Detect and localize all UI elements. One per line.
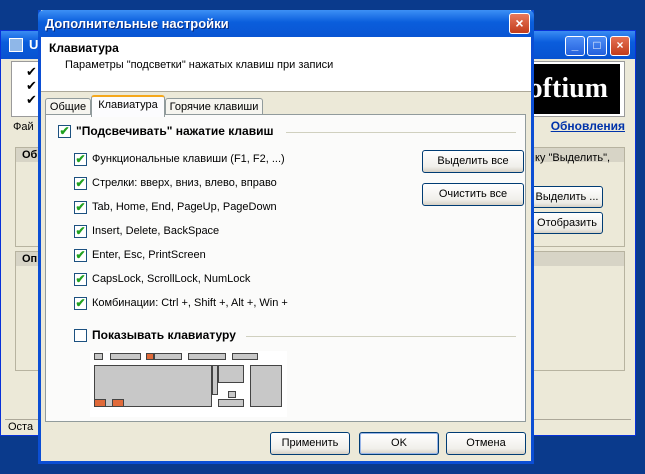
display-button[interactable]: Отобразить <box>531 212 603 234</box>
dialog-close-button[interactable]: × <box>509 13 530 34</box>
highlight-checkbox[interactable]: ✔ <box>58 125 71 138</box>
apply-button[interactable]: Применить <box>270 432 350 455</box>
option-label: CapsLock, ScrollLock, NumLock <box>92 273 251 285</box>
option-checkbox-editing[interactable]: ✔ <box>74 225 87 238</box>
show-keyboard-checkbox[interactable] <box>74 329 87 342</box>
header-title: Клавиатура <box>49 41 119 55</box>
option-label: Комбинации: Ctrl +, Shift +, Alt +, Win … <box>92 297 288 309</box>
option-label: Функциональные клавиши (F1, F2, ...) <box>92 153 285 165</box>
highlight-group-label: "Подсвечивать" нажатие клавиш <box>76 124 274 138</box>
option-checkbox-combinations[interactable]: ✔ <box>74 297 87 310</box>
select-button[interactable]: Выделить ... <box>531 186 603 208</box>
option-label: Enter, Esc, PrintScreen <box>92 249 206 261</box>
check-icon: ✔ <box>26 92 37 107</box>
cancel-button[interactable]: Отмена <box>446 432 526 455</box>
menu-file[interactable]: Фай <box>13 121 34 133</box>
maximize-button[interactable]: □ <box>587 36 607 56</box>
hint-text: ку "Выделить", <box>535 152 611 164</box>
main-window-title: U <box>29 37 39 52</box>
tab-keyboard[interactable]: Клавиатура <box>91 95 165 117</box>
main-close-button[interactable]: × <box>610 36 630 56</box>
option-label: Стрелки: вверх, вниз, влево, вправо <box>92 177 277 189</box>
ok-button[interactable]: OK <box>359 432 439 455</box>
group-separator <box>246 336 516 337</box>
option-checkbox-locks[interactable]: ✔ <box>74 273 87 286</box>
minimize-button[interactable]: _ <box>565 36 585 56</box>
app-icon <box>9 38 23 52</box>
settings-dialog: Дополнительные настройки × Клавиатура Па… <box>38 10 534 464</box>
dialog-titlebar: Дополнительные настройки × <box>38 10 534 37</box>
show-keyboard-label: Показывать клавиатуру <box>92 328 236 342</box>
option-label: Insert, Delete, BackSpace <box>92 225 220 237</box>
option-checkbox-function-keys[interactable]: ✔ <box>74 153 87 166</box>
keyboard-preview <box>90 351 287 417</box>
option-checkbox-enter-esc[interactable]: ✔ <box>74 249 87 262</box>
option-checkbox-arrows[interactable]: ✔ <box>74 177 87 190</box>
updates-link[interactable]: Обновления <box>551 119 625 133</box>
header-subtitle: Параметры "подсветки" нажатых клавиш при… <box>65 59 334 71</box>
clear-all-button[interactable]: Очистить все <box>422 183 524 206</box>
group-2-title: Оп <box>22 253 38 265</box>
group-separator <box>286 132 516 133</box>
group-1-title: Об <box>22 149 38 161</box>
option-label: Tab, Home, End, PageUp, PageDown <box>92 201 277 213</box>
dialog-title: Дополнительные настройки <box>45 16 229 31</box>
select-all-button[interactable]: Выделить все <box>422 150 524 173</box>
keyboard-tab-panel: ✔ "Подсвечивать" нажатие клавиш ✔ Функци… <box>45 114 526 422</box>
dialog-header: Клавиатура Параметры "подсветки" нажатых… <box>41 37 531 92</box>
option-checkbox-navigation[interactable]: ✔ <box>74 201 87 214</box>
